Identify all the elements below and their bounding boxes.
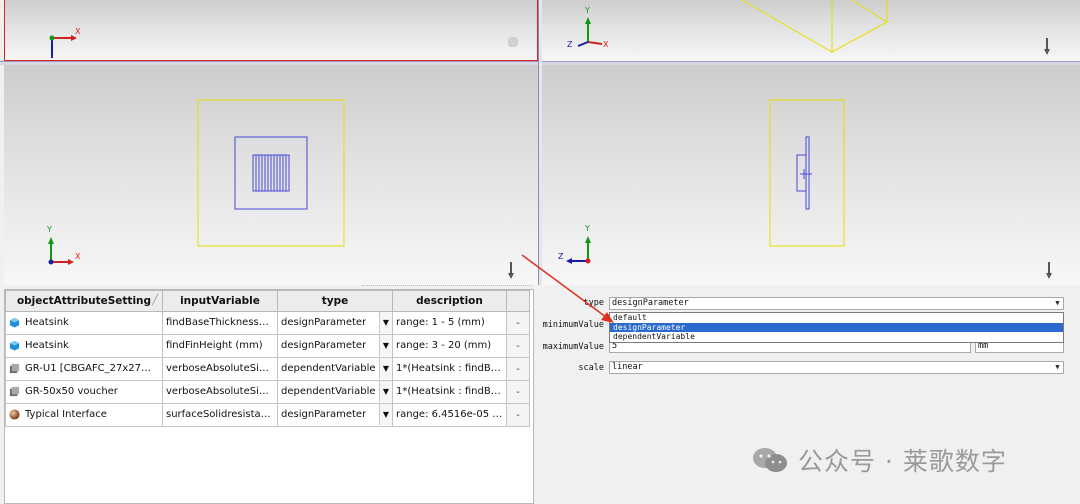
table-header-row: objectAttributeSetting ╱ inputVariable t… [5,290,530,312]
type-select-cell[interactable]: dependentVariable ▼ [277,380,393,404]
object-cell[interactable]: Heatsink [5,334,163,358]
type-select-cell[interactable]: designParameter ▼ [277,403,393,427]
component-icon [9,364,20,374]
minimum-value-label: minimumValue [542,320,604,330]
viewport-bottom-left[interactable]: Y X [4,65,538,285]
viewport-bottom-right[interactable]: Y Z [542,65,1080,285]
sort-indicator-icon: ╱ [152,295,159,306]
arrow-down-icon [508,262,514,279]
lock-icon [508,37,518,47]
table-row[interactable]: Heatsink findBaseThicknessZo (... design… [5,311,530,335]
description-cell[interactable]: 1*(Heatsink : findBase... [392,357,507,381]
dropdown-arrow-icon[interactable]: ▼ [379,335,392,356]
description-cell[interactable]: range: 3 - 20 (mm) [392,334,507,358]
row-action-cell[interactable]: - [506,357,530,381]
column-header-type[interactable]: type [277,290,393,312]
input-variable-cell[interactable]: surfaceSolidresistance... [162,403,278,427]
description-cell[interactable]: range: 1 - 5 (mm) [392,311,507,335]
arrow-down-icon [1044,38,1050,55]
input-variable-cell[interactable]: verboseAbsoluteSizeZ... [162,357,278,381]
axis-triad: Y Z [558,224,591,264]
attribute-table: objectAttributeSetting ╱ inputVariable t… [5,290,530,427]
table-row[interactable]: GR-U1 [CBGAFC_27x27mm_... verboseAbsolut… [5,357,530,381]
column-header-description[interactable]: description [392,290,507,312]
dropdown-arrow-icon[interactable]: ▼ [1052,362,1063,373]
axis-x-label: X [75,252,81,261]
watermark-text: 公众号 · 莱歌数字 [798,447,1007,476]
viewport-top-left[interactable]: X [4,0,538,61]
axis-x-label: X [75,27,81,36]
scale-select[interactable]: linear ▼ [609,361,1064,374]
table-row[interactable]: GR-50x50 voucher verboseAbsoluteSizeZ...… [5,380,530,404]
table-row[interactable]: Typical Interface surfaceSolidresistance… [5,403,530,427]
description-cell[interactable]: range: 6.4516e-05 - 0.... [392,403,507,427]
input-variable-cell[interactable]: verboseAbsoluteSizeZ... [162,380,278,404]
object-cell[interactable]: Heatsink [5,311,163,335]
input-variable-cell[interactable]: findBaseThicknessZo (... [162,311,278,335]
type-select-cell[interactable]: dependentVariable ▼ [277,357,393,381]
type-dropdown-list[interactable]: default designParameter dependentVariabl… [609,312,1064,343]
viewport-top-right[interactable]: Y X Z [542,0,1080,61]
axis-z-label: Z [558,252,564,261]
dropdown-arrow-icon[interactable]: ▼ [379,404,392,425]
axis-y-label: Y [584,6,590,15]
column-header-object[interactable]: objectAttributeSetting ╱ [5,290,163,312]
column-header-extra [506,290,530,312]
dropdown-option-designparameter[interactable]: designParameter [610,322,1063,332]
dropdown-arrow-icon[interactable]: ▼ [379,358,392,379]
axis-y-label: Y [46,225,52,234]
blue-cube-icon [9,318,20,328]
attribute-table-panel: objectAttributeSetting ╱ inputVariable t… [4,289,534,504]
dropdown-arrow-icon[interactable]: ▼ [379,381,392,402]
arrow-down-icon [1046,262,1052,279]
column-header-input[interactable]: inputVariable [162,290,278,312]
axis-triad: X [49,27,81,58]
axis-y-label: Y [584,224,590,233]
type-select-cell[interactable]: designParameter ▼ [277,311,393,335]
row-action-cell[interactable]: - [506,380,530,404]
object-cell[interactable]: GR-U1 [CBGAFC_27x27mm_... [5,357,163,381]
panel-splitter[interactable] [362,285,532,286]
object-cell[interactable]: GR-50x50 voucher [5,380,163,404]
row-action-cell[interactable]: - [506,403,530,427]
wechat-icon [753,448,787,472]
dropdown-option-default[interactable]: default [610,313,1063,323]
type-select-cell[interactable]: designParameter ▼ [277,334,393,358]
axis-z-label: Z [567,40,573,49]
axis-x-label: X [603,40,609,49]
description-cell[interactable]: 1*(Heatsink : findBase... [392,380,507,404]
dropdown-arrow-icon[interactable]: ▼ [379,312,392,333]
scale-label: scale [578,363,604,373]
row-action-cell[interactable]: - [506,334,530,358]
input-variable-cell[interactable]: findFinHeight (mm) [162,334,278,358]
axis-triad: Y X Z [567,6,609,49]
row-action-cell[interactable]: - [506,311,530,335]
blue-cube-icon [9,341,20,351]
object-cell[interactable]: Typical Interface [5,403,163,427]
component-icon [9,387,20,397]
dropdown-arrow-icon[interactable]: ▼ [1052,298,1063,309]
axis-triad: Y X [46,225,81,265]
sphere-icon [9,409,20,420]
dropdown-option-dependentvariable[interactable]: dependentVariable [610,332,1063,342]
watermark: 公众号 · 莱歌数字 [752,443,1007,477]
type-select[interactable]: designParameter ▼ [609,297,1064,310]
table-row[interactable]: Heatsink findFinHeight (mm) designParame… [5,334,530,358]
type-label: type [583,298,604,308]
column-header-label: objectAttributeSetting [16,295,152,307]
maximum-value-label: maximumValue [542,342,604,352]
